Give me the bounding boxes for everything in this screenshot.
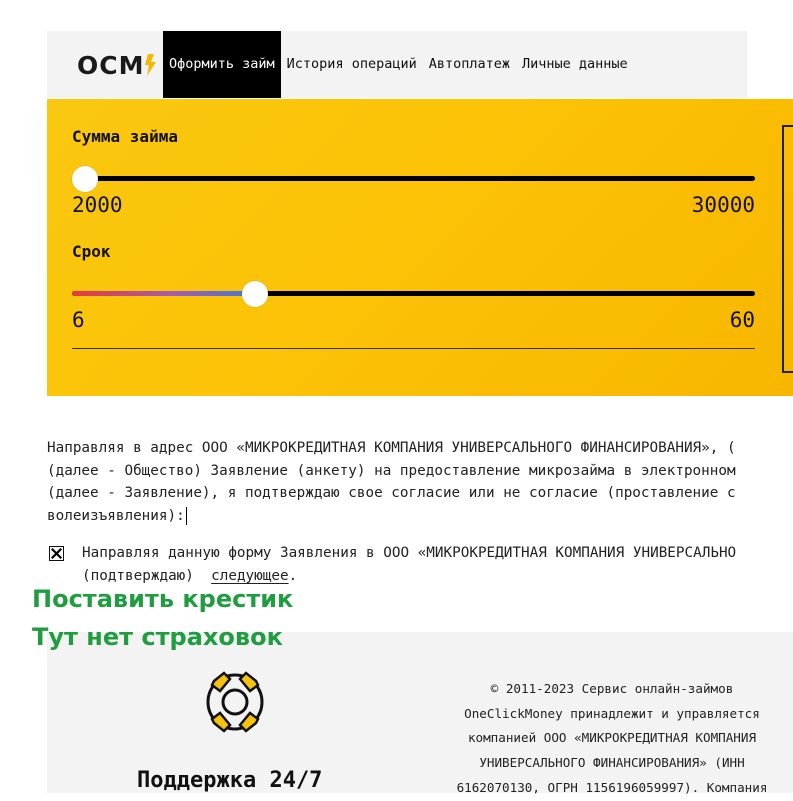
- agreement-line: Направляя в адрес ООО «МИКРОКРЕДИТНАЯ КО…: [47, 440, 736, 456]
- copyright-line: 6162070130, ОГРН 1156196059997). Компани…: [456, 779, 768, 795]
- copyright-text: © 2011-2023 Сервис онлайн-займов OneClic…: [447, 677, 777, 801]
- amount-min-value: 2000: [72, 193, 123, 217]
- consent-checkbox[interactable]: [49, 546, 64, 561]
- lightning-icon: [145, 54, 157, 76]
- term-slider-thumb[interactable]: [242, 281, 269, 307]
- consent-text: Направляя данную форму Заявления в ООО «…: [82, 542, 736, 588]
- term-min-value: 6: [72, 308, 85, 332]
- nav-item-personal-data[interactable]: Личные данные: [516, 31, 634, 98]
- top-header: OCM Оформить займ История операций Автоп…: [47, 31, 747, 98]
- loan-calculator: Сумма займа 2000 30000 Срок 6 60: [47, 99, 793, 396]
- amount-slider-thumb[interactable]: [72, 166, 98, 192]
- nav-item-autopayment[interactable]: Автоплатеж: [423, 31, 516, 98]
- agreement-line: (далее - Заявление), я подтверждаю свое …: [47, 485, 736, 502]
- calc-divider: [72, 348, 755, 349]
- amount-slider-track[interactable]: [72, 176, 755, 181]
- agreement-line: волеизъявления):: [47, 508, 185, 525]
- text-caret: [185, 507, 187, 526]
- logo[interactable]: OCM: [77, 50, 157, 80]
- consent-line-2-prefix: (подтверждаю): [82, 568, 212, 584]
- annotation-put-cross: Поставить крестик: [32, 585, 294, 613]
- cross-mark-icon: [51, 548, 62, 559]
- lifebuoy-icon: [206, 671, 264, 733]
- copyright-line: УНИВЕРСАЛЬНОГО ФИНАНСИРОВАНИЯ» (ИНН: [479, 755, 745, 771]
- term-slider-fill: [72, 291, 256, 296]
- agreement-line: (далее - Общество) Заявление (анкету) на…: [47, 462, 736, 479]
- consent-line-2-suffix: .: [288, 568, 298, 584]
- copyright-line: OneClickMoney принадлежит и управляется: [464, 705, 760, 721]
- annotation-no-insurance: Тут нет страховок: [32, 623, 283, 651]
- nav-item-operations-history[interactable]: История операций: [281, 31, 423, 98]
- amount-max-value: 30000: [691, 193, 755, 217]
- agreement-text: Направляя в адрес ООО «МИКРОКРЕДИТНАЯ КО…: [47, 437, 793, 528]
- amount-label: Сумма займа: [72, 127, 178, 146]
- main-nav: Оформить займ История операций Автоплате…: [163, 31, 634, 98]
- copyright-line: © 2011-2023 Сервис онлайн-займов: [490, 681, 734, 696]
- term-label: Срок: [72, 242, 111, 261]
- consent-link[interactable]: следующее: [211, 568, 288, 584]
- support-title: Поддержка 24/7: [137, 768, 323, 793]
- loan-summary-box: [782, 125, 793, 373]
- term-slider-track[interactable]: [72, 291, 755, 296]
- nav-item-apply-loan[interactable]: Оформить займ: [163, 31, 281, 98]
- consent-line-1: Направляя данную форму Заявления в ООО «…: [82, 545, 737, 561]
- copyright-line: компанией ООО «МИКРОКРЕДИТНАЯ КОМПАНИЯ: [467, 730, 757, 746]
- logo-text: OCM: [77, 50, 145, 80]
- term-max-value: 60: [729, 308, 755, 332]
- footer: Поддержка 24/7 © 2011-2023 Сервис онлайн…: [47, 632, 793, 795]
